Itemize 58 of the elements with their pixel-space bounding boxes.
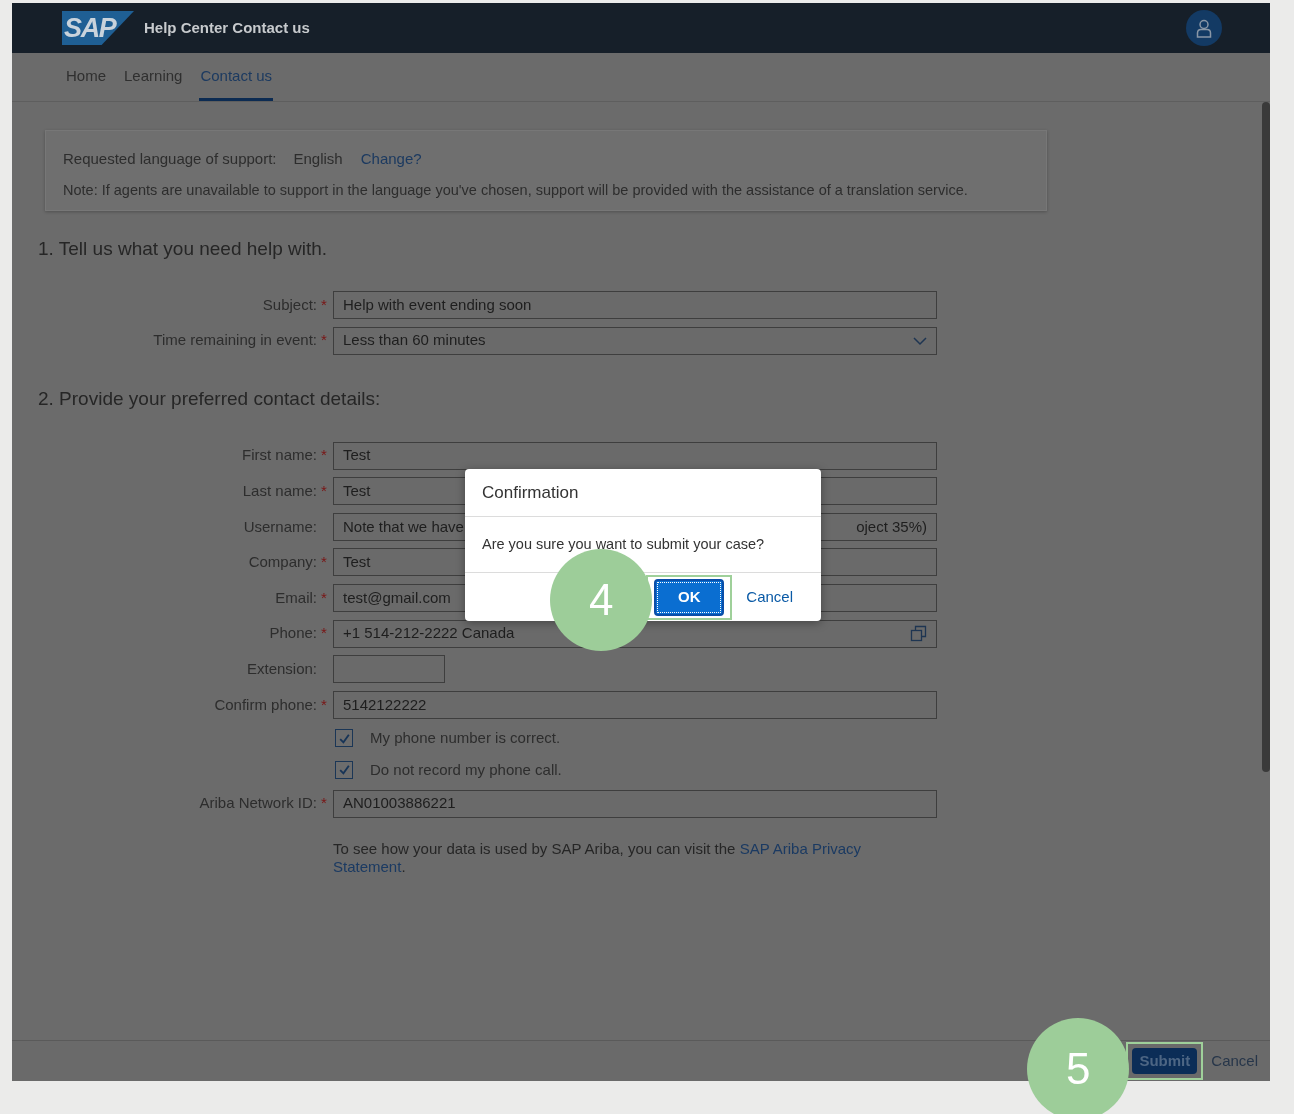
field-label: Time remaining in event:: [153, 330, 317, 351]
text-field[interactable]: 5142122222: [333, 690, 937, 719]
chevron-down-icon: [913, 335, 927, 346]
text-field[interactable]: Test: [333, 441, 937, 470]
extension-field[interactable]: [333, 655, 445, 684]
checkmark-icon: [337, 763, 351, 777]
section-heading: 2. Provide your preferred contact details:: [38, 386, 382, 409]
nav-tab[interactable]: Contact us: [199, 53, 274, 101]
language-label: Requested language of support:: [63, 149, 277, 169]
cancel-link[interactable]: Cancel: [742, 585, 797, 609]
privacy-text: .: [401, 857, 406, 875]
text-field[interactable]: AN01003886221: [333, 789, 937, 818]
dropdown-field[interactable]: Less than 60 minutes: [333, 326, 937, 355]
dialog-title: Confirmation: [482, 481, 579, 504]
field-label: Company:: [248, 552, 317, 573]
field-label: Subject:: [262, 294, 317, 315]
field-label: Confirm phone:: [214, 694, 317, 715]
section-heading: 1. Tell us what you need help with.: [38, 237, 329, 259]
privacy-link[interactable]: Statement: [333, 857, 402, 875]
user-avatar[interactable]: [1186, 10, 1222, 46]
person-icon: [1196, 18, 1212, 38]
checkmark-icon: [337, 731, 351, 745]
field-label: Username:: [243, 516, 317, 537]
privacy-link[interactable]: SAP Ariba Privacy: [739, 839, 862, 857]
field-label: Phone:: [269, 623, 317, 644]
language-value: English: [293, 149, 343, 169]
scrollbar[interactable]: [1262, 102, 1270, 772]
field-label: Email:: [275, 587, 317, 608]
field-label: Ariba Network ID:: [199, 793, 317, 814]
required-mark: *: [321, 330, 327, 351]
nav-tab[interactable]: Learning: [123, 53, 184, 101]
required-mark: *: [321, 294, 327, 315]
notice-text: Note: If agents are unavailable to support in the language you've chosen, support will be provided with the assistance of a translation service.: [63, 180, 969, 200]
required-mark: *: [321, 694, 327, 715]
checkbox[interactable]: [335, 760, 353, 779]
copy-icon: [910, 625, 927, 643]
field-label: First name:: [242, 445, 317, 466]
text-field[interactable]: Help with event ending soon: [333, 291, 937, 319]
nav-tab[interactable]: Home: [65, 53, 107, 101]
required-mark: *: [321, 445, 327, 466]
ok-button[interactable]: OK: [654, 578, 725, 616]
required-mark: *: [321, 623, 327, 644]
change-link[interactable]: Change?: [360, 148, 422, 171]
logo[interactable]: SAP: [62, 11, 134, 45]
app-title: Help Center Contact us: [144, 17, 310, 38]
checkbox-label: My phone number is correct.: [370, 728, 561, 749]
checkbox[interactable]: [335, 729, 353, 748]
required-mark: *: [321, 587, 327, 608]
field-label: Last name:: [242, 480, 317, 501]
required-mark: *: [321, 552, 327, 573]
required-mark: *: [321, 480, 327, 501]
checkbox-label: Do not record my phone call.: [370, 759, 562, 780]
privacy-text: To see how your data is used by SAP Ariba, you can visit the: [333, 839, 737, 857]
required-mark: *: [321, 793, 327, 814]
submit-button[interactable]: Submit: [1132, 1048, 1198, 1074]
step-marker: 5: [1027, 1018, 1130, 1114]
cancel-link[interactable]: Cancel: [1207, 1049, 1262, 1073]
field-label: Extension:: [246, 658, 317, 679]
